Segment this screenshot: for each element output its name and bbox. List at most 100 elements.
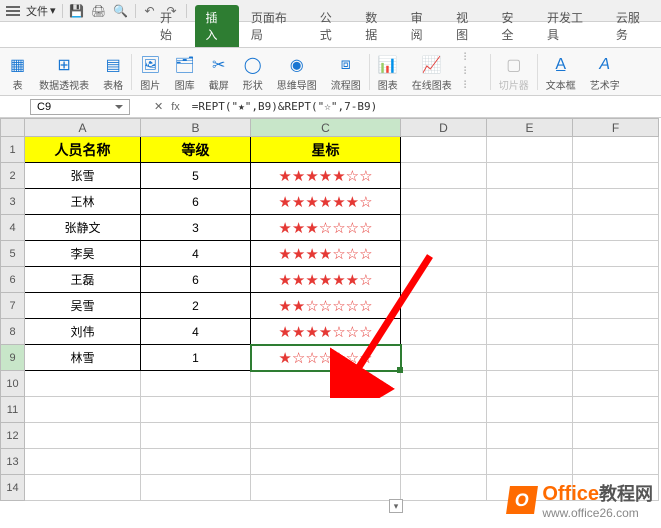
ribbon-tables[interactable]: ▤表格 xyxy=(97,50,129,94)
cell[interactable] xyxy=(401,397,487,423)
tab-pagelayout[interactable]: 页面布局 xyxy=(241,5,308,47)
cell[interactable] xyxy=(487,397,573,423)
ribbon-screenshot[interactable]: ✂截屏 xyxy=(203,50,235,94)
row-head-4[interactable]: 4 xyxy=(1,215,25,241)
cell[interactable]: 张静文 xyxy=(25,215,141,241)
row-head-11[interactable]: 11 xyxy=(1,397,25,423)
cell[interactable]: ★★★★☆☆☆ xyxy=(251,319,401,345)
cell[interactable] xyxy=(487,189,573,215)
cell[interactable] xyxy=(251,475,401,501)
ribbon-slicer[interactable]: ▢切片器 xyxy=(493,50,535,94)
cell[interactable] xyxy=(573,319,659,345)
cell[interactable] xyxy=(25,371,141,397)
cell[interactable] xyxy=(573,215,659,241)
cell[interactable]: 吴雪 xyxy=(25,293,141,319)
tab-data[interactable]: 数据 xyxy=(355,5,398,47)
cell[interactable] xyxy=(25,475,141,501)
cell[interactable] xyxy=(401,267,487,293)
ribbon-pivot[interactable]: ⊞数据透视表 xyxy=(33,50,95,94)
hamburger-icon[interactable] xyxy=(6,6,20,16)
cell[interactable]: 4 xyxy=(141,241,251,267)
cell[interactable] xyxy=(573,293,659,319)
cell[interactable]: ★★★★★★☆ xyxy=(251,267,401,293)
cell[interactable] xyxy=(251,371,401,397)
tab-insert[interactable]: 插入 xyxy=(195,5,238,47)
col-head-b[interactable]: B xyxy=(141,119,251,137)
row-head-14[interactable]: 14 xyxy=(1,475,25,501)
ribbon-picture[interactable]: 🖼图片 xyxy=(134,50,166,94)
col-head-d[interactable]: D xyxy=(401,119,487,137)
name-box[interactable]: C9 xyxy=(30,99,130,115)
cell[interactable]: 星标 xyxy=(251,137,401,163)
tab-security[interactable]: 安全 xyxy=(492,5,535,47)
ribbon-flowchart[interactable]: ⧈流程图 xyxy=(325,50,367,94)
cell[interactable] xyxy=(573,449,659,475)
tab-home[interactable]: 开始 xyxy=(150,5,193,47)
cell[interactable] xyxy=(401,345,487,371)
ribbon-table[interactable]: ▦表 xyxy=(4,50,31,94)
cell[interactable] xyxy=(401,319,487,345)
cell[interactable] xyxy=(25,423,141,449)
tab-devtools[interactable]: 开发工具 xyxy=(537,5,604,47)
col-head-a[interactable]: A xyxy=(25,119,141,137)
cell[interactable] xyxy=(141,475,251,501)
cell[interactable]: 1 xyxy=(141,345,251,371)
ribbon-onlinechart[interactable]: 📈在线图表 xyxy=(406,50,458,94)
row-head-7[interactable]: 7 xyxy=(1,293,25,319)
cell[interactable] xyxy=(141,397,251,423)
cell[interactable] xyxy=(487,423,573,449)
ribbon-textbox[interactable]: A̲文本框 xyxy=(540,50,582,94)
row-head-2[interactable]: 2 xyxy=(1,163,25,189)
row-head-1[interactable]: 1 xyxy=(1,137,25,163)
cell[interactable] xyxy=(401,215,487,241)
ribbon-chart[interactable]: 📊图表 xyxy=(372,50,404,94)
cell[interactable] xyxy=(401,423,487,449)
cell[interactable] xyxy=(487,241,573,267)
tab-cloud[interactable]: 云服务 xyxy=(606,5,661,47)
cell[interactable]: 3 xyxy=(141,215,251,241)
select-all-corner[interactable] xyxy=(1,119,25,137)
row-head-8[interactable]: 8 xyxy=(1,319,25,345)
col-head-c[interactable]: C xyxy=(251,119,401,137)
cell[interactable] xyxy=(487,267,573,293)
cell[interactable] xyxy=(487,137,573,163)
cell[interactable]: ★☆☆☆☆☆☆ xyxy=(251,345,401,371)
cell[interactable] xyxy=(251,397,401,423)
cell[interactable] xyxy=(401,163,487,189)
ribbon-gallery[interactable]: 🗂图库 xyxy=(168,50,200,94)
cell[interactable] xyxy=(573,189,659,215)
cell[interactable] xyxy=(573,163,659,189)
spreadsheet-grid[interactable]: A B C D E F 1人员名称等级星标2张雪5★★★★★☆☆3王林6★★★★… xyxy=(0,118,659,501)
cell[interactable] xyxy=(487,449,573,475)
cell[interactable] xyxy=(487,293,573,319)
row-head-12[interactable]: 12 xyxy=(1,423,25,449)
cell[interactable] xyxy=(487,319,573,345)
cancel-icon[interactable]: ✕ xyxy=(154,100,163,113)
cell[interactable] xyxy=(25,397,141,423)
cell[interactable]: ★★★★★☆☆ xyxy=(251,163,401,189)
cell[interactable]: 6 xyxy=(141,267,251,293)
row-head-5[interactable]: 5 xyxy=(1,241,25,267)
cell[interactable] xyxy=(401,241,487,267)
cell[interactable] xyxy=(573,241,659,267)
cell[interactable]: ★★★☆☆☆☆ xyxy=(251,215,401,241)
cell[interactable]: 等级 xyxy=(141,137,251,163)
autofill-options-icon[interactable]: ▾ xyxy=(389,499,403,513)
cell[interactable]: 2 xyxy=(141,293,251,319)
tab-formulas[interactable]: 公式 xyxy=(310,5,353,47)
cell[interactable]: 6 xyxy=(141,189,251,215)
preview-icon[interactable]: 🔍 xyxy=(113,3,129,19)
cell[interactable] xyxy=(251,449,401,475)
tab-view[interactable]: 视图 xyxy=(446,5,489,47)
row-head-9[interactable]: 9 xyxy=(1,345,25,371)
cell[interactable] xyxy=(487,371,573,397)
cell[interactable] xyxy=(487,163,573,189)
cell[interactable] xyxy=(573,397,659,423)
cell[interactable] xyxy=(573,267,659,293)
cell[interactable]: 王磊 xyxy=(25,267,141,293)
cell[interactable] xyxy=(401,293,487,319)
ribbon-sparklines[interactable]: ⫶⫶⫶ xyxy=(460,52,488,92)
cell[interactable] xyxy=(401,137,487,163)
cell[interactable]: 5 xyxy=(141,163,251,189)
cell[interactable] xyxy=(401,449,487,475)
